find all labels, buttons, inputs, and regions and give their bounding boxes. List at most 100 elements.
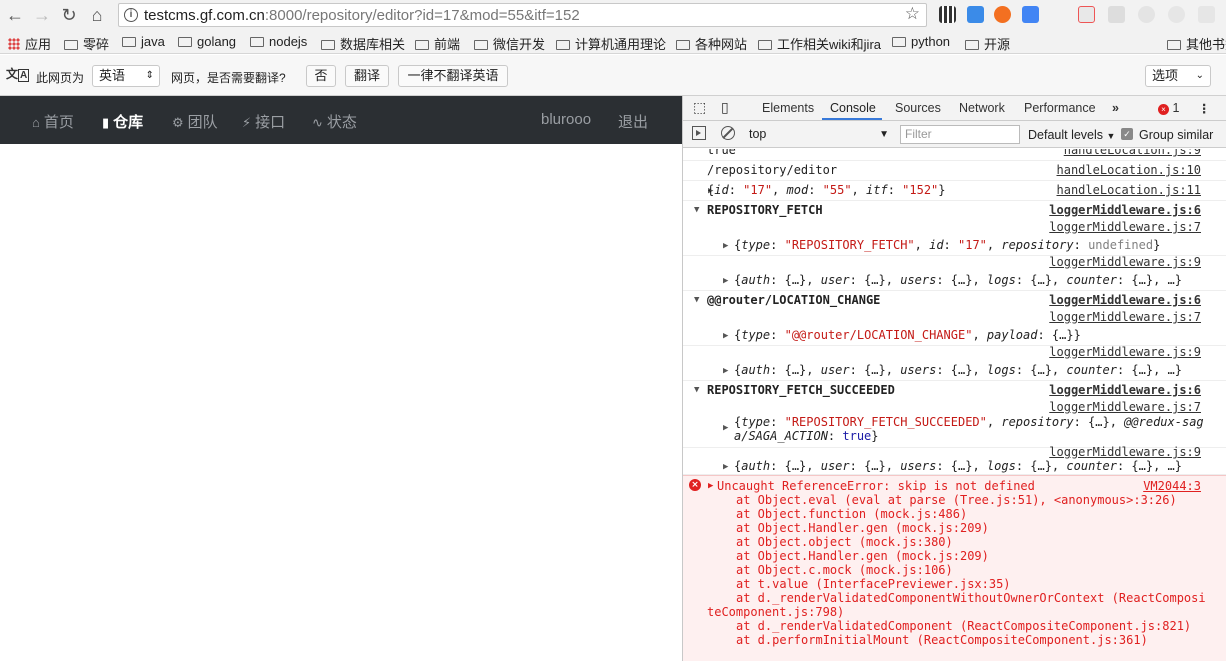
expand-triangle-icon[interactable]: ▶ <box>723 423 728 433</box>
expand-triangle-icon[interactable]: ▶ <box>723 276 728 286</box>
never-translate-button[interactable]: 一律不翻译英语 <box>398 65 508 87</box>
console-object-preview[interactable]: {type: "REPOSITORY_FETCH_SUCCEEDED", rep… <box>734 415 1204 443</box>
nav-status[interactable]: ∿ 状态 <box>312 111 357 132</box>
bookmark-folder[interactable]: 开源 <box>965 34 1010 53</box>
tab-network[interactable]: Network <box>959 101 1005 115</box>
user-name[interactable]: blurooo <box>541 111 591 128</box>
bookmark-folder[interactable]: golang <box>178 34 236 49</box>
nav-team[interactable]: ⚙ 团队 <box>172 111 218 132</box>
bookmark-folder[interactable]: java <box>122 34 165 49</box>
group-similar-checkbox[interactable]: ✓ <box>1121 128 1133 140</box>
extension-menu-icon[interactable] <box>1198 6 1215 23</box>
more-tabs-icon[interactable]: » <box>1112 101 1119 115</box>
stack-frame[interactable]: at Object.Handler.gen (mock.js:209) <box>736 549 989 563</box>
extension-light-icon[interactable] <box>1168 6 1185 23</box>
extension-grey-icon[interactable] <box>1108 6 1125 23</box>
bookmark-apps[interactable]: 应用 <box>8 34 51 53</box>
console-object-preview[interactable]: {type: "@@router/LOCATION_CHANGE", paylo… <box>734 328 1081 342</box>
log-levels-select[interactable]: Default levels ▼ <box>1028 128 1115 142</box>
translate-button[interactable]: 翻译 <box>345 65 389 87</box>
tab-sources[interactable]: Sources <box>895 101 941 115</box>
stack-frame[interactable]: at Object.c.mock (mock.js:106) <box>736 563 953 577</box>
expand-triangle-icon[interactable]: ▶ <box>723 331 728 341</box>
console-object-preview[interactable]: {auth: {…}, user: {…}, users: {…}, logs:… <box>734 273 1182 287</box>
bookmark-folder[interactable]: python <box>892 34 950 49</box>
back-arrow-icon[interactable]: ← <box>4 4 26 26</box>
context-select[interactable]: top ▼ <box>749 125 889 144</box>
bookmark-folder[interactable]: 数据库相关 <box>321 34 405 53</box>
translate-extension-icon[interactable] <box>1022 6 1039 23</box>
filter-input[interactable]: Filter <box>900 125 1020 144</box>
no-button[interactable]: 否 <box>306 65 336 87</box>
stack-frame[interactable]: at d.performInitialMount (ReactComposite… <box>736 633 1148 647</box>
stack-frame[interactable]: at d._renderValidatedComponentWithoutOwn… <box>736 591 1206 605</box>
console-source-link[interactable]: handleLocation.js:10 <box>1057 163 1202 177</box>
reload-icon[interactable]: ↻ <box>58 4 80 26</box>
extension-red-icon[interactable] <box>1078 6 1095 23</box>
console-object-preview[interactable]: {id: "17", mod: "55", itf: "152"} <box>707 183 946 197</box>
error-source-link[interactable]: VM2044:3 <box>1143 479 1201 493</box>
bookmark-folder[interactable]: 计算机通用理论 <box>556 34 666 53</box>
console-source-link[interactable]: loggerMiddleware.js:7 <box>1049 400 1201 414</box>
bookmark-star-icon[interactable]: ☆ <box>905 4 920 24</box>
expand-triangle-icon[interactable]: ▶ <box>723 462 728 472</box>
nav-home[interactable]: ⌂ 首页 <box>32 111 74 132</box>
console-source-link[interactable]: loggerMiddleware.js:9 <box>1049 345 1201 359</box>
console-source-link[interactable]: loggerMiddleware.js:7 <box>1049 310 1201 324</box>
console-group-header[interactable]: ▼ REPOSITORY_FETCH loggerMiddleware.js:6 <box>683 201 1226 221</box>
console-source-link[interactable]: handleLocation.js:9 <box>1064 149 1201 157</box>
forward-arrow-icon[interactable]: → <box>31 4 53 26</box>
qr-code-icon[interactable] <box>939 6 956 23</box>
address-bar[interactable]: i testcms.gf.com.cn:8000/repository/edit… <box>118 3 927 27</box>
stack-frame[interactable]: at Object.eval (eval at parse (Tree.js:5… <box>736 493 1177 507</box>
bookmark-folder[interactable]: 其他书签 <box>1167 34 1226 53</box>
stack-frame[interactable]: at Object.object (mock.js:380) <box>736 535 953 549</box>
error-count-badge[interactable]: × 1 <box>1158 101 1179 115</box>
bookmark-folder[interactable]: 微信开发 <box>474 34 545 53</box>
collapse-triangle-icon[interactable]: ▼ <box>694 205 699 215</box>
collapse-triangle-icon[interactable]: ▼ <box>694 385 699 395</box>
console-source-link[interactable]: loggerMiddleware.js:7 <box>1049 220 1201 234</box>
home-icon[interactable]: ⌂ <box>86 4 108 26</box>
nav-repository[interactable]: ▮ 仓库 <box>102 111 143 132</box>
console-object-preview[interactable]: {type: "REPOSITORY_FETCH", id: "17", rep… <box>734 238 1160 252</box>
tab-elements[interactable]: Elements <box>762 101 814 115</box>
stack-frame[interactable]: at Object.Handler.gen (mock.js:209) <box>736 521 989 535</box>
language-select[interactable]: 英语 ⇕ <box>92 65 160 87</box>
site-info-icon[interactable]: i <box>124 8 138 22</box>
bookmark-folder[interactable]: 前端 <box>415 34 460 53</box>
stack-frame[interactable]: at t.value (InterfacePreviewer.jsx:35) <box>736 577 1011 591</box>
extension-blue-icon[interactable] <box>967 6 984 23</box>
more-options-icon[interactable]: ⋮ <box>1198 101 1211 116</box>
nav-api[interactable]: ⚡ 接口 <box>242 111 285 132</box>
console-source-link[interactable]: loggerMiddleware.js:6 <box>1049 383 1201 397</box>
extension-grey-circle-icon[interactable] <box>1138 6 1155 23</box>
console-group-header[interactable]: ▼ @@router/LOCATION_CHANGE loggerMiddlew… <box>683 291 1226 311</box>
expand-triangle-icon[interactable]: ▶ <box>708 481 713 491</box>
console-source-link[interactable]: loggerMiddleware.js:9 <box>1049 445 1201 459</box>
stack-frame-continuation[interactable]: teComponent.js:798) <box>707 605 844 619</box>
options-select[interactable]: 选项 ⌄ <box>1145 65 1211 87</box>
stack-frame[interactable]: at d._renderValidatedComponent (ReactCom… <box>736 619 1191 633</box>
tab-performance[interactable]: Performance <box>1024 101 1096 115</box>
extension-orange-icon[interactable] <box>994 6 1011 23</box>
console-source-link[interactable]: loggerMiddleware.js:6 <box>1049 293 1201 307</box>
stack-frame[interactable]: at Object.function (mock.js:486) <box>736 507 967 521</box>
console-object-preview[interactable]: {auth: {…}, user: {…}, users: {…}, logs:… <box>734 459 1182 473</box>
expand-triangle-icon[interactable]: ▶ <box>723 366 728 376</box>
tab-console[interactable]: Console <box>830 101 876 115</box>
bookmark-folder[interactable]: nodejs <box>250 34 307 49</box>
clear-console-icon[interactable] <box>721 126 735 140</box>
console-source-link[interactable]: handleLocation.js:11 <box>1057 183 1202 197</box>
device-toolbar-icon[interactable]: ▯ <box>721 99 729 116</box>
bookmark-folder[interactable]: 零碎 <box>64 34 109 53</box>
bookmark-folder[interactable]: 工作相关wiki和jira <box>758 34 881 53</box>
sidebar-toggle-icon[interactable] <box>692 126 706 140</box>
collapse-triangle-icon[interactable]: ▼ <box>694 295 699 305</box>
expand-triangle-icon[interactable]: ▶ <box>723 241 728 251</box>
console-object-preview[interactable]: {auth: {…}, user: {…}, users: {…}, logs:… <box>734 363 1182 377</box>
console-source-link[interactable]: loggerMiddleware.js:9 <box>1049 255 1201 269</box>
console-group-header[interactable]: ▼ REPOSITORY_FETCH_SUCCEEDED loggerMiddl… <box>683 381 1226 401</box>
inspect-element-icon[interactable]: ⬚ <box>693 99 706 116</box>
console-source-link[interactable]: loggerMiddleware.js:6 <box>1049 203 1201 217</box>
